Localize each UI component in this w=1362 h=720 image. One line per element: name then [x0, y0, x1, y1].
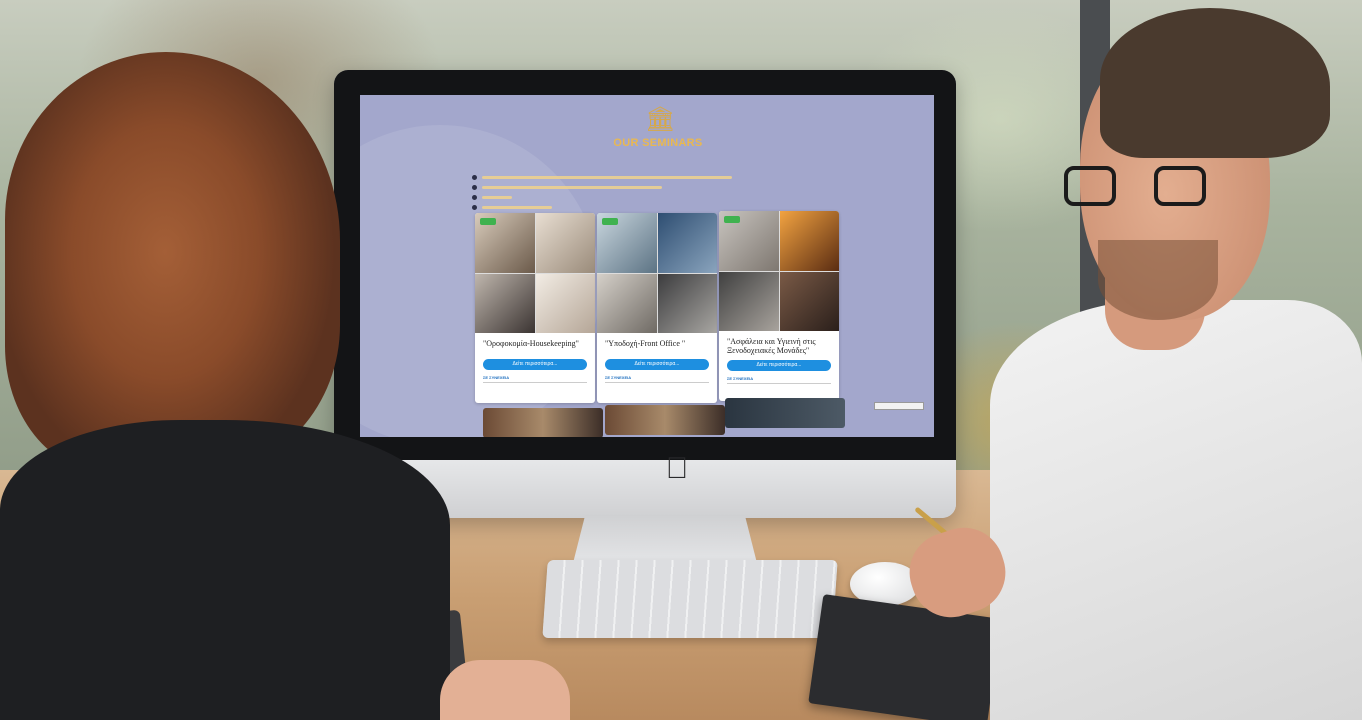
new-badge — [602, 218, 618, 225]
seminar-cards: "Ορoφοκομία-Housekeeping" Δείτε περισσότ… — [475, 211, 845, 437]
seminar-card-partial[interactable] — [605, 405, 725, 435]
man-shirt — [990, 300, 1362, 720]
photo-scene:  🏛 OUR SEMINARS "Ορoφοκομία-Housekeepin… — [0, 0, 1362, 720]
monitor-screen: 🏛 OUR SEMINARS "Ορoφοκομία-Housekeeping"… — [360, 95, 934, 437]
continue-link[interactable]: ΣΕ ΣΥΝΕΧΕΙΑ — [605, 375, 709, 380]
info-list — [472, 173, 832, 213]
card-title: "Ασφάλεια και Υγιεινή στις Ξενοδοχειακές… — [727, 337, 816, 355]
info-line — [472, 193, 832, 202]
woman-shirt — [0, 420, 450, 720]
woman-hair — [5, 52, 340, 472]
keyboard — [542, 560, 838, 638]
seminar-card[interactable]: "Ορoφοκομία-Housekeeping" Δείτε περισσότ… — [475, 213, 595, 403]
man-beard — [1098, 240, 1218, 320]
continue-link[interactable]: ΣΕ ΣΥΝΕΧΕΙΑ — [727, 376, 831, 381]
seminar-card[interactable]: "Ασφάλεια και Υγιεινή στις Ξενοδοχειακές… — [719, 211, 839, 401]
see-more-button[interactable]: Δείτε περισσότερα... — [727, 360, 831, 371]
card-image — [719, 211, 839, 331]
new-badge — [724, 216, 740, 223]
see-more-button[interactable]: Δείτε περισσότερα... — [483, 359, 587, 370]
seminar-card[interactable]: "Υποδοχή-Front Office " Δείτε περισσότερ… — [597, 213, 717, 403]
see-more-button[interactable]: Δείτε περισσότερα... — [605, 359, 709, 370]
continue-link[interactable]: ΣΕ ΣΥΝΕΧΕΙΑ — [483, 375, 587, 380]
section-title: OUR SEMINARS — [613, 137, 703, 149]
chat-widget[interactable] — [874, 402, 924, 410]
card-image — [475, 213, 595, 333]
seminar-card-partial[interactable] — [725, 398, 845, 428]
apple-logo-icon:  — [663, 452, 691, 486]
card-title: "Υποδοχή-Front Office " — [605, 339, 686, 348]
card-image — [597, 213, 717, 333]
glasses — [1064, 160, 1244, 210]
info-line — [472, 173, 832, 182]
new-badge — [480, 218, 496, 225]
card-title: "Ορoφοκομία-Housekeeping" — [483, 339, 579, 348]
woman-hand — [440, 660, 570, 720]
info-line — [472, 183, 832, 192]
seminar-card-partial[interactable] — [483, 408, 603, 437]
building-columns-icon: 🏛 — [645, 106, 676, 133]
